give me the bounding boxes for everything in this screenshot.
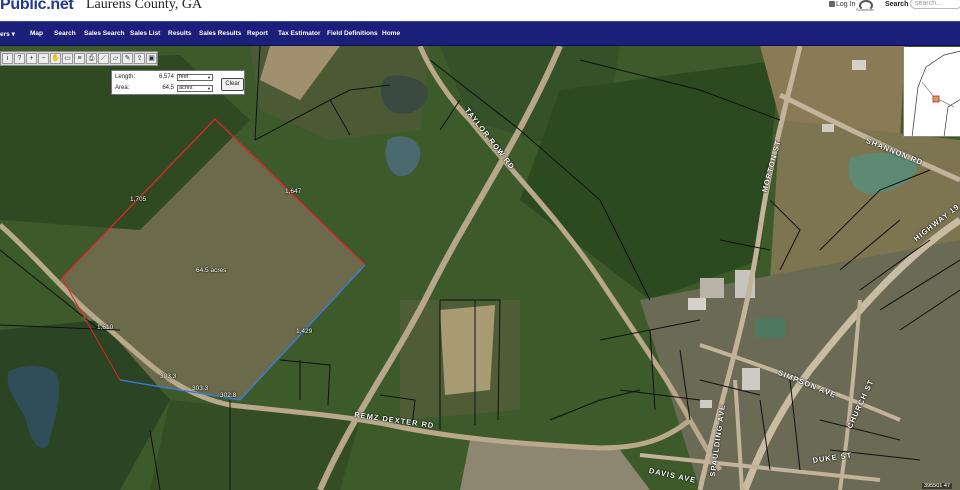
partner-logo: Schneider [856, 0, 874, 12]
length-label: Length: [115, 74, 136, 80]
scale-readout: 395501 47 [922, 483, 952, 489]
area-value: 64.5 [162, 85, 174, 91]
map-canvas[interactable]: 64.5 acres 1,705 1,647 1,610 1,429 303.3… [0, 46, 960, 490]
info-icon[interactable]: i [2, 53, 13, 64]
app-header: Public.net Laurens County, GA Log In Sch… [0, 0, 960, 22]
nav-item-tax-estimator[interactable]: Tax Estimator [278, 30, 321, 37]
partner-logo-text: Schneider [856, 7, 875, 12]
nav-item-home[interactable]: Home [382, 30, 400, 37]
overview-graphic [904, 47, 960, 136]
layers-icon[interactable]: ≡ [74, 53, 85, 64]
map-toolbar: i ? + − ✋ ▭ ≡ ⎙ ⟋ ▱ ✎ ⇪ ▣ [0, 51, 158, 66]
length-unit-value: feet [179, 74, 189, 80]
county-title: Laurens County, GA [86, 0, 203, 12]
nav-item-report[interactable]: Report [247, 30, 268, 37]
pan-icon[interactable]: ✋ [50, 53, 61, 64]
zoom-in-icon[interactable]: + [26, 53, 37, 64]
draw-icon[interactable]: ✎ [122, 53, 133, 64]
login-label: Log In [836, 1, 856, 8]
logo-text[interactable]: Public.net [0, 0, 74, 14]
save-icon[interactable]: ▣ [146, 53, 157, 64]
nav-item-results[interactable]: Results [168, 30, 191, 37]
nav-item-search[interactable]: Search [54, 30, 76, 37]
export-icon[interactable]: ⇪ [134, 53, 145, 64]
aerial-map [0, 46, 960, 490]
chevron-down-icon: ▼ [207, 86, 211, 91]
length-unit-select[interactable]: feet ▼ [177, 74, 213, 81]
select-icon[interactable]: ▭ [62, 53, 73, 64]
segment-label: 1,705 [130, 196, 147, 203]
segment-label: 1,647 [285, 188, 302, 195]
nav-item-layers[interactable]: ers ▾ [0, 30, 15, 38]
segment-label: 303.3 [192, 385, 209, 392]
search-label: Search [885, 1, 909, 8]
measure-line-icon[interactable]: ⟋ [98, 53, 109, 64]
length-value: 6,574 [158, 74, 174, 80]
nav-item-sales-list[interactable]: Sales List [130, 30, 160, 37]
main-nav: ers ▾ Map Search Sales Search Sales List… [0, 21, 960, 46]
print-icon[interactable]: ⎙ [86, 53, 97, 64]
segment-label: 303.3 [160, 373, 177, 380]
nav-item-map[interactable]: Map [30, 30, 43, 37]
zoom-out-icon[interactable]: − [38, 53, 49, 64]
area-unit-select[interactable]: acres ▼ [177, 85, 213, 92]
area-unit-value: acres [179, 85, 193, 91]
nav-item-sales-search[interactable]: Sales Search [84, 30, 124, 37]
clear-button[interactable]: Clear [221, 78, 244, 91]
parcel-area-label: 64.5 acres [196, 267, 227, 274]
nav-item-sales-results[interactable]: Sales Results [199, 30, 241, 37]
overview-map[interactable] [903, 47, 960, 137]
area-label: Area: [115, 85, 130, 91]
search-input[interactable]: search... [910, 0, 960, 9]
chevron-down-icon: ▼ [207, 75, 211, 80]
segment-label: 302.8 [220, 392, 237, 399]
segment-label: 1,610 [97, 324, 114, 331]
measure-panel: Length: 6,574 feet ▼ Area: 64.5 acres ▼ … [111, 70, 245, 95]
login-link[interactable]: Log In [829, 1, 855, 8]
lock-icon [829, 1, 835, 8]
nav-item-field-definitions[interactable]: Field Definitions [327, 30, 378, 37]
segment-label: 1,429 [296, 328, 313, 335]
identify-icon[interactable]: ? [14, 53, 25, 64]
measure-area-icon[interactable]: ▱ [110, 53, 121, 64]
